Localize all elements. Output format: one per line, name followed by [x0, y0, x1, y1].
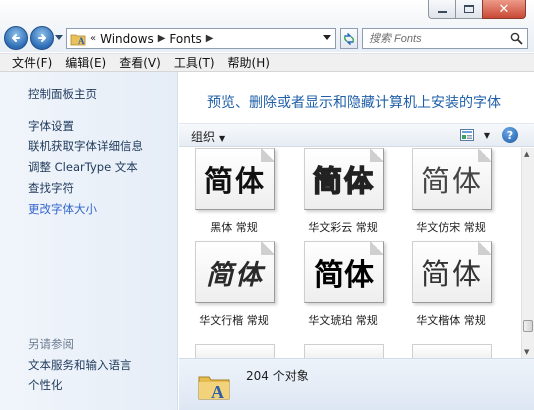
refresh-button[interactable]: [340, 28, 358, 49]
font-sample: 简体: [420, 164, 483, 198]
font-sample: 简体: [203, 164, 266, 198]
adjust-cleartype-link[interactable]: 调整 ClearType 文本: [28, 159, 138, 175]
see-also-heading: 另请参阅: [28, 337, 74, 351]
help-icon[interactable]: ?: [502, 127, 518, 143]
menu-tools[interactable]: 工具(T): [174, 54, 215, 71]
svg-text:A: A: [211, 382, 224, 401]
font-item[interactable]: 简体 黑体 常规: [180, 148, 288, 240]
forward-button[interactable]: [30, 26, 54, 50]
organize-button[interactable]: 组织 ▼: [191, 128, 225, 145]
font-item[interactable]: 简体 华文行楷 常规: [180, 241, 288, 333]
command-bar: 组织 ▼ ▼ ?: [179, 123, 534, 147]
maximize-button[interactable]: [455, 0, 482, 19]
title-bar: ✕: [0, 0, 534, 24]
search-icon[interactable]: [510, 32, 523, 45]
vertical-scrollbar[interactable]: ▲ ▼: [521, 148, 534, 358]
control-panel-home-link[interactable]: 控制面板主页: [28, 86, 97, 102]
organize-label: 组织: [191, 130, 216, 144]
window-controls: ✕: [428, 0, 526, 19]
font-name: 华文仿宋 常规: [416, 221, 486, 234]
font-name: 华文琥珀 常规: [308, 314, 378, 327]
breadcrumb-separator-icon[interactable]: ▶: [206, 33, 214, 44]
font-preview: 简体: [304, 241, 384, 303]
font-name: 华文彩云 常规: [308, 221, 378, 234]
breadcrumb-windows[interactable]: Windows: [100, 32, 154, 46]
search-input[interactable]: [363, 29, 503, 48]
search-box[interactable]: [362, 28, 528, 49]
font-preview-partial[interactable]: [304, 344, 384, 358]
close-button[interactable]: ✕: [482, 0, 526, 19]
maximize-icon: [464, 5, 474, 13]
change-view-button[interactable]: ▼: [459, 129, 490, 141]
fonts-folder-large-icon: A: [198, 376, 230, 401]
recent-pages-dropdown[interactable]: [55, 35, 63, 40]
font-grid: 简体 黑体 常规 简体 华文彩云 常规 简体 华文仿宋 常规 简体 华文行楷 常…: [179, 148, 522, 343]
text-services-link[interactable]: 文本服务和输入语言: [28, 357, 132, 373]
svg-text:A: A: [78, 36, 85, 46]
content-pane: 预览、删除或者显示和隐藏计算机上安装的字体 组织 ▼ ▼ ? 简体 黑体 常规 简…: [179, 72, 534, 410]
forward-arrow-icon: [38, 34, 46, 42]
font-sample: 简体: [420, 257, 483, 291]
font-preview-partial[interactable]: [195, 344, 275, 358]
menu-view[interactable]: 查看(V): [119, 54, 161, 71]
address-bar[interactable]: A « Windows ▶ Fonts ▶: [66, 28, 336, 49]
font-name: 华文楷体 常规: [416, 314, 486, 327]
font-preview: 简体: [412, 148, 492, 210]
minimize-button[interactable]: [428, 0, 455, 19]
task-pane: 控制面板主页 字体设置 联机获取字体详细信息 调整 ClearType 文本 查…: [0, 72, 178, 410]
menu-bar: 文件(F) 编辑(E) 查看(V) 工具(T) 帮助(H): [0, 53, 534, 72]
font-item[interactable]: 简体 华文楷体 常规: [397, 241, 505, 333]
font-item[interactable]: 简体 华文仿宋 常规: [397, 148, 505, 240]
back-arrow-icon: [12, 34, 20, 42]
chevron-down-icon: ▼: [219, 134, 226, 143]
font-item[interactable]: 简体 华文琥珀 常规: [289, 241, 397, 333]
font-preview: 简体: [195, 148, 275, 210]
font-preview: 简体: [195, 241, 275, 303]
font-sample: 简体: [206, 259, 264, 291]
address-dropdown-icon[interactable]: [323, 35, 331, 40]
menu-help[interactable]: 帮助(H): [228, 54, 270, 71]
find-character-link[interactable]: 查找字符: [28, 180, 74, 196]
font-name: 黑体 常规: [210, 221, 258, 234]
breadcrumb-overflow[interactable]: «: [90, 33, 96, 44]
scrollbar-thumb[interactable]: [523, 320, 533, 332]
scroll-down-icon[interactable]: ▼: [524, 348, 529, 356]
font-sample: 简体: [312, 163, 375, 199]
font-settings-link[interactable]: 字体设置: [28, 118, 74, 134]
page-title: 预览、删除或者显示和隐藏计算机上安装的字体: [207, 95, 501, 111]
refresh-icon: [344, 32, 354, 45]
font-item[interactable]: 简体 华文彩云 常规: [289, 148, 397, 240]
font-name: 华文行楷 常规: [199, 314, 269, 327]
view-icon: [459, 129, 474, 141]
close-icon: ✕: [498, 1, 510, 17]
fonts-folder-icon: A: [70, 34, 86, 46]
breadcrumb-fonts[interactable]: Fonts: [169, 32, 201, 46]
menu-file[interactable]: 文件(F): [12, 54, 52, 71]
breadcrumb-separator-icon[interactable]: ▶: [158, 33, 166, 44]
font-preview: 简体: [412, 241, 492, 303]
scroll-up-icon[interactable]: ▲: [524, 150, 529, 158]
view-options-dropdown-icon[interactable]: ▼: [484, 131, 490, 140]
menu-edit[interactable]: 编辑(E): [65, 54, 106, 71]
object-count: 204 个对象: [246, 369, 309, 383]
details-pane: A 204 个对象: [179, 358, 534, 410]
minimize-icon: [437, 11, 447, 13]
back-button[interactable]: [4, 26, 28, 50]
personalization-link[interactable]: 个性化: [28, 377, 63, 393]
font-sample: 简体: [314, 258, 374, 293]
font-preview-partial[interactable]: [412, 344, 492, 358]
font-preview: 简体: [304, 148, 384, 210]
navigation-bar: A « Windows ▶ Fonts ▶: [0, 24, 534, 52]
get-font-info-online-link[interactable]: 联机获取字体详细信息: [28, 138, 143, 154]
change-font-size-link[interactable]: 更改字体大小: [28, 201, 97, 217]
